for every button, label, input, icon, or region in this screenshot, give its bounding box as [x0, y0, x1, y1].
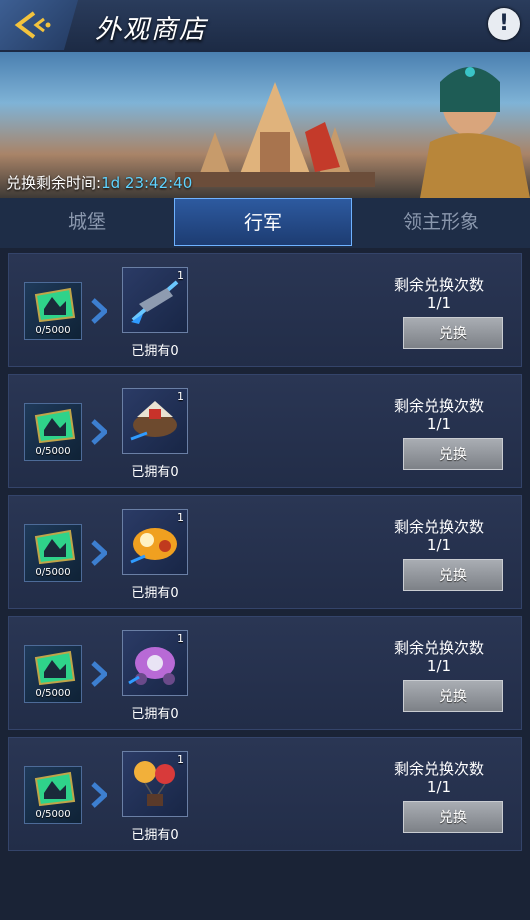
remaining-value: 1/1	[426, 294, 452, 312]
exchange-timer: 兑换剩余时间:1d 23:42:40	[6, 172, 192, 193]
chevron-right-icon	[91, 298, 107, 324]
balloon-ship-icon	[134, 761, 175, 806]
tab-march[interactable]: 行军	[174, 198, 352, 246]
item-quantity: 1	[177, 511, 184, 524]
remaining-label: 剩余兑换次数	[393, 518, 484, 536]
purple-carriage-icon	[128, 647, 175, 685]
cost-item-slot[interactable]: 0/5000	[24, 282, 82, 340]
help-button[interactable]: !	[488, 8, 520, 40]
remaining-value: 1/1	[426, 778, 452, 796]
remaining-value: 1/1	[426, 536, 452, 554]
chevron-right-icon	[91, 661, 107, 687]
exchange-row: 0/5000 1 已拥有0 剩余兑换次数 1/1 兑换	[8, 616, 522, 730]
golden-beast-chariot-icon	[130, 528, 177, 564]
owned-count: 已拥有0	[131, 586, 179, 601]
item-quantity: 1	[177, 390, 184, 403]
chevron-right-icon	[91, 419, 107, 445]
remaining-label: 剩余兑换次数	[393, 760, 484, 778]
reward-item-slot[interactable]: 1	[122, 630, 188, 696]
chevron-right-icon	[91, 782, 107, 808]
exchange-row: 0/5000 1 已拥有0 剩余兑换次数 1/1 兑换	[8, 495, 522, 609]
timer-label: 兑换剩余时间:	[6, 174, 102, 192]
tab-lord-image[interactable]: 领主形象	[352, 198, 530, 246]
owned-count: 已拥有0	[131, 344, 179, 359]
owned-count: 已拥有0	[131, 828, 179, 843]
remaining-label: 剩余兑换次数	[393, 397, 484, 415]
remaining-label: 剩余兑换次数	[393, 639, 484, 657]
promo-banner: 兑换剩余时间:1d 23:42:40	[0, 52, 530, 198]
back-button[interactable]	[0, 0, 78, 50]
skin-token-icon	[34, 529, 76, 565]
blue-dragon-bow-icon	[131, 280, 179, 324]
page-title: 外观商店	[95, 15, 208, 45]
skin-token-icon	[34, 287, 76, 323]
war-chariot-icon	[130, 401, 177, 441]
exchange-row: 0/5000 1 已拥有0 剩余兑换次数 1/1 兑换	[8, 737, 522, 851]
cost-item-slot[interactable]: 0/5000	[24, 645, 82, 703]
back-arrow-icon	[14, 11, 51, 39]
exchange-row: 0/5000 1 已拥有0 剩余兑换次数 1/1 兑换	[8, 253, 522, 367]
exchange-button[interactable]: 兑换	[403, 317, 503, 349]
reward-item-slot[interactable]: 1	[122, 509, 188, 575]
tab-castle[interactable]: 城堡	[0, 198, 174, 246]
exchange-button[interactable]: 兑换	[403, 801, 503, 833]
timer-value: 1d 23:42:40	[101, 174, 193, 192]
cost-progress: 0/5000	[35, 325, 71, 336]
item-quantity: 1	[177, 753, 184, 766]
skin-token-icon	[34, 650, 76, 686]
owned-count: 已拥有0	[131, 707, 179, 722]
chevron-right-icon	[91, 540, 107, 566]
exchange-button[interactable]: 兑换	[403, 680, 503, 712]
reward-item-slot[interactable]: 1	[122, 267, 188, 333]
remaining-value: 1/1	[426, 415, 452, 433]
item-quantity: 1	[177, 269, 184, 282]
remaining-value: 1/1	[426, 657, 452, 675]
reward-item-slot[interactable]: 1	[122, 388, 188, 454]
queen-character-illustration	[420, 67, 530, 198]
item-quantity: 1	[177, 632, 184, 645]
exchange-button[interactable]: 兑换	[403, 438, 503, 470]
skin-token-icon	[34, 771, 76, 807]
cost-item-slot[interactable]: 0/5000	[24, 403, 82, 461]
exchange-row: 0/5000 1 已拥有0 剩余兑换次数 1/1 兑换	[8, 374, 522, 488]
cost-progress: 0/5000	[35, 446, 71, 457]
cost-progress: 0/5000	[35, 688, 71, 699]
cost-progress: 0/5000	[35, 567, 71, 578]
owned-count: 已拥有0	[131, 465, 179, 480]
cost-item-slot[interactable]: 0/5000	[24, 766, 82, 824]
castle-illustration	[175, 82, 375, 187]
cost-item-slot[interactable]: 0/5000	[24, 524, 82, 582]
reward-item-slot[interactable]: 1	[122, 751, 188, 817]
top-bar: 外观商店 !	[0, 0, 530, 53]
tab-bar: 城堡 行军 领主形象	[0, 198, 530, 248]
remaining-label: 剩余兑换次数	[393, 276, 484, 294]
skin-token-icon	[34, 408, 76, 444]
cost-progress: 0/5000	[35, 809, 71, 820]
exchange-button[interactable]: 兑换	[403, 559, 503, 591]
